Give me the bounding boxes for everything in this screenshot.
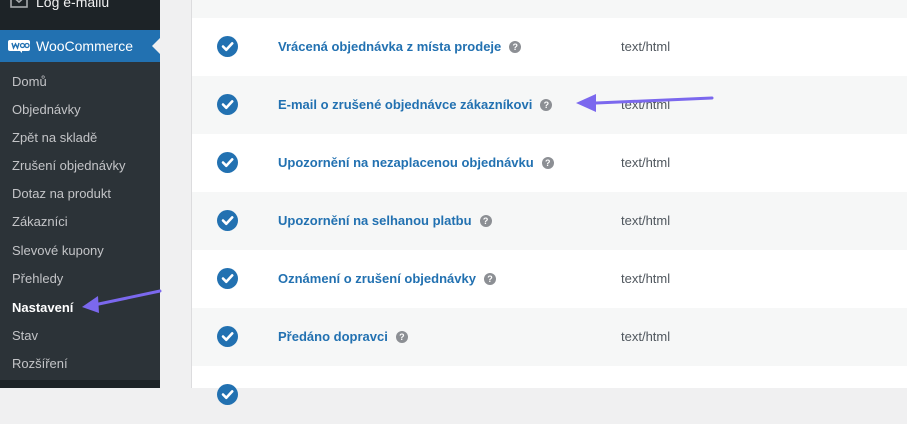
table-row: Upozornění na nezaplacenou objednávku? t…: [192, 134, 907, 192]
email-name-link[interactable]: E-mail o zrušené objednávce zákazníkovi?: [278, 76, 553, 134]
email-name-link[interactable]: Oznámení o zrušení objednávky?: [278, 250, 496, 308]
email-name-text[interactable]: Upozornění na selhanou platbu: [278, 213, 472, 228]
email-name-text[interactable]: Vrácená objednávka z místa prodeje: [278, 39, 501, 54]
help-icon[interactable]: ?: [479, 214, 492, 227]
submenu-item-orders[interactable]: Objednávky: [12, 96, 81, 124]
enabled-check-icon: [217, 36, 238, 57]
help-icon[interactable]: ?: [509, 40, 522, 53]
admin-sidebar: Log e-mailů WooCommerce Domů Objednávky …: [0, 0, 160, 388]
sidebar-bottom-edge: [0, 380, 160, 388]
submenu-item-reports[interactable]: Přehledy: [12, 265, 63, 293]
submenu-item-status[interactable]: Stav: [12, 322, 38, 350]
table-row: E-mail o zrušené objednávce zákazníkovi?…: [192, 76, 907, 134]
content-type: text/html: [621, 213, 671, 228]
submenu-item-extensions[interactable]: Rozšíření: [12, 350, 68, 378]
table-row: Oznámení o zrušení objednávky? text/html: [192, 250, 907, 308]
woocommerce-submenu: Domů Objednávky Zpět na skladě Zrušení o…: [0, 62, 160, 388]
enabled-check-icon: [217, 152, 238, 173]
submenu-item-product-inquiry[interactable]: Dotaz na produkt: [12, 180, 111, 208]
help-icon[interactable]: ?: [483, 272, 496, 285]
enabled-check-icon: [217, 210, 238, 231]
submenu-item-back-in-stock[interactable]: Zpět na skladě: [12, 124, 97, 152]
enabled-check-icon: [217, 384, 238, 405]
enabled-check-icon: [217, 268, 238, 289]
content-type: text/html: [621, 155, 671, 170]
email-name-link[interactable]: Upozornění na nezaplacenou objednávku?: [278, 134, 554, 192]
mail-icon: [10, 0, 28, 8]
email-notifications-table: Vrácená objednávka z místa prodeje? text…: [191, 0, 907, 405]
email-name-link[interactable]: Předáno dopravci?: [278, 308, 408, 366]
help-icon[interactable]: ?: [541, 156, 554, 169]
submenu-item-customers[interactable]: Zákazníci: [12, 208, 68, 236]
sidebar-item-label: WooCommerce: [36, 38, 133, 54]
submenu-item-order-cancellation[interactable]: Zrušení objednávky: [12, 152, 125, 180]
email-name-link[interactable]: Vrácená objednávka z místa prodeje?: [278, 18, 522, 76]
content-gutter: [160, 0, 191, 388]
content-type: text/html: [621, 329, 671, 344]
table-row: Upozornění na selhanou platbu? text/html: [192, 192, 907, 250]
table-row: [192, 0, 907, 18]
email-name-text[interactable]: Oznámení o zrušení objednávky: [278, 271, 476, 286]
content-type: text/html: [621, 271, 671, 286]
help-icon[interactable]: ?: [395, 330, 408, 343]
table-row: [192, 366, 907, 424]
woocommerce-icon: [8, 40, 30, 53]
email-name-link[interactable]: Upozornění na selhanou platbu?: [278, 192, 492, 250]
enabled-check-icon: [217, 94, 238, 115]
submenu-item-settings[interactable]: Nastavení: [12, 294, 73, 322]
enabled-check-icon: [217, 326, 238, 347]
table-row: Vrácená objednávka z místa prodeje? text…: [192, 18, 907, 76]
submenu-item-coupons[interactable]: Slevové kupony: [12, 237, 104, 265]
email-name-text[interactable]: Předáno dopravci: [278, 329, 388, 344]
sidebar-item-label: Log e-mailů: [36, 0, 110, 10]
email-name-text[interactable]: Upozornění na nezaplacenou objednávku: [278, 155, 534, 170]
submenu-item-home[interactable]: Domů: [12, 68, 47, 96]
sidebar-item-woocommerce[interactable]: WooCommerce: [0, 30, 160, 62]
help-icon[interactable]: ?: [540, 98, 553, 111]
content-type: text/html: [621, 39, 671, 54]
email-name-text[interactable]: E-mail o zrušené objednávce zákazníkovi: [278, 97, 532, 112]
active-menu-notch: [152, 38, 160, 54]
table-row: Předáno dopravci? text/html: [192, 308, 907, 366]
sidebar-item-email-log[interactable]: Log e-mailů: [0, 0, 160, 20]
content-type: text/html: [621, 97, 671, 112]
